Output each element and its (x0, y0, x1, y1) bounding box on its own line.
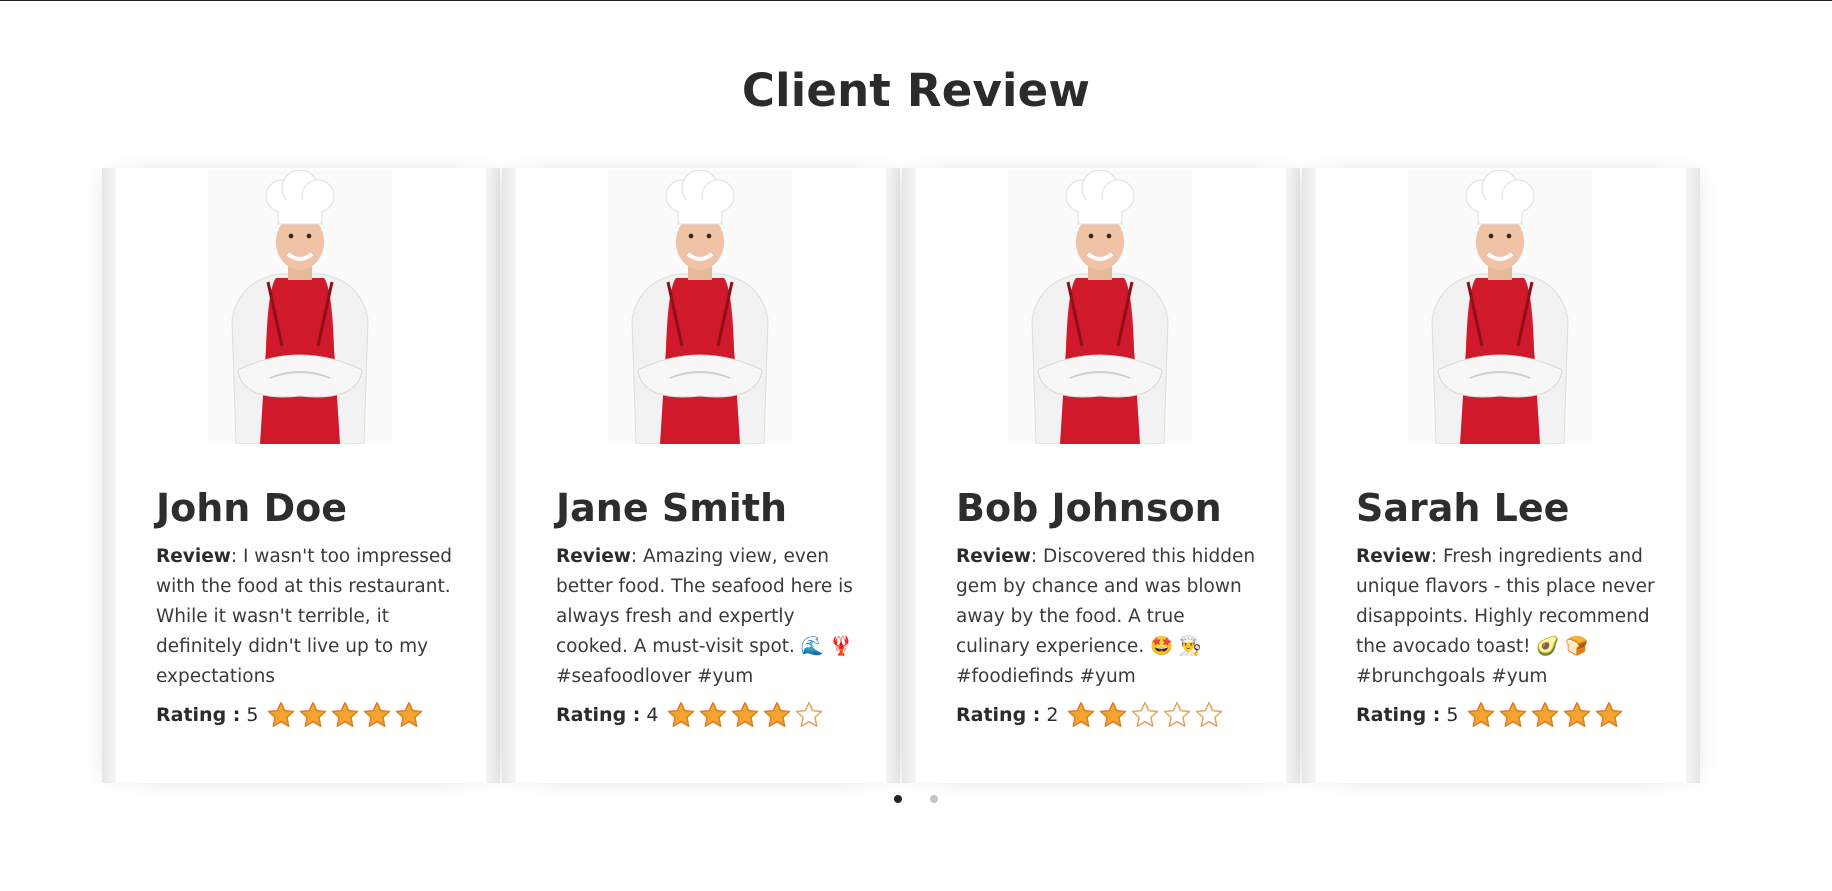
reviewer-name: Bob Johnson (956, 486, 1222, 530)
rating-value: 2 (1046, 704, 1059, 726)
rating-label: Rating : (556, 704, 641, 726)
rating: Rating :2 (956, 700, 1224, 730)
rating-value: 5 (1446, 704, 1459, 726)
rating-stars (1466, 700, 1624, 730)
rating-label: Rating : (956, 704, 1041, 726)
card-edge (902, 168, 916, 783)
review-card: Jane Smith Review: Amazing view, even be… (502, 168, 900, 783)
rating-label: Rating : (1356, 704, 1441, 726)
review-body: : I wasn't too impressed with the food a… (156, 546, 453, 687)
top-divider (0, 0, 1832, 1)
card-edge (1302, 168, 1316, 783)
star-icon (1100, 701, 1127, 727)
star-icon (700, 701, 727, 727)
chef-photo (208, 170, 392, 444)
rating-stars (266, 700, 424, 730)
rating-value: 5 (246, 704, 259, 726)
review-label: Review (956, 546, 1031, 567)
chef-photo (608, 170, 792, 444)
star-icon (268, 701, 295, 727)
section-title: Client Review (741, 64, 1091, 117)
review-body: : Amazing view, even better food. The se… (556, 546, 853, 687)
review-text: Review: Amazing view, even better food. … (556, 542, 856, 692)
pagination-dot[interactable] (930, 795, 938, 803)
rating-stars (1066, 700, 1224, 730)
review-text: Review: I wasn't too impressed with the … (156, 542, 456, 692)
reviewer-name: Jane Smith (556, 486, 788, 530)
review-label: Review (156, 546, 231, 567)
star-icon (1068, 701, 1095, 727)
star-icon (364, 701, 391, 727)
star-icon (1500, 701, 1527, 727)
star-icon (1468, 701, 1495, 727)
card-edge (486, 168, 500, 783)
star-icon (332, 701, 359, 727)
chef-photo (1008, 170, 1192, 444)
pagination-dot[interactable] (894, 795, 902, 803)
review-body: : Fresh ingredients and unique flavors -… (1356, 546, 1655, 687)
star-icon (1532, 701, 1559, 727)
reviewer-name: Sarah Lee (1356, 486, 1570, 530)
star-icon (1564, 701, 1591, 727)
card-edge (502, 168, 516, 783)
reviewer-name: John Doe (156, 486, 348, 530)
chef-photo (1408, 170, 1592, 444)
star-icon (396, 701, 423, 727)
star-icon (668, 701, 695, 727)
star-icon (1596, 701, 1623, 727)
review-label: Review (1356, 546, 1431, 567)
rating: Rating :4 (556, 700, 824, 730)
review-card: Bob Johnson Review: Discovered this hidd… (902, 168, 1300, 783)
carousel-pagination (894, 795, 938, 803)
review-label: Review (556, 546, 631, 567)
rating-stars (666, 700, 824, 730)
star-icon (300, 701, 327, 727)
star-outline-icon (796, 701, 823, 727)
card-edge (1686, 168, 1700, 783)
review-carousel[interactable]: John Doe Review: I wasn't too impressed … (102, 168, 1716, 783)
review-card: Sarah Lee Review: Fresh ingredients and … (1302, 168, 1700, 783)
review-text: Review: Discovered this hidden gem by ch… (956, 542, 1256, 692)
star-outline-icon (1132, 701, 1159, 727)
review-body: : Discovered this hidden gem by chance a… (956, 546, 1256, 687)
rating: Rating :5 (156, 700, 424, 730)
rating-value: 4 (646, 704, 659, 726)
review-card: John Doe Review: I wasn't too impressed … (102, 168, 500, 783)
card-edge (1286, 168, 1300, 783)
star-outline-icon (1196, 701, 1223, 727)
review-text: Review: Fresh ingredients and unique fla… (1356, 542, 1656, 692)
rating-label: Rating : (156, 704, 241, 726)
rating: Rating :5 (1356, 700, 1624, 730)
star-icon (732, 701, 759, 727)
card-edge (102, 168, 116, 783)
star-icon (764, 701, 791, 727)
star-outline-icon (1164, 701, 1191, 727)
card-edge (886, 168, 900, 783)
